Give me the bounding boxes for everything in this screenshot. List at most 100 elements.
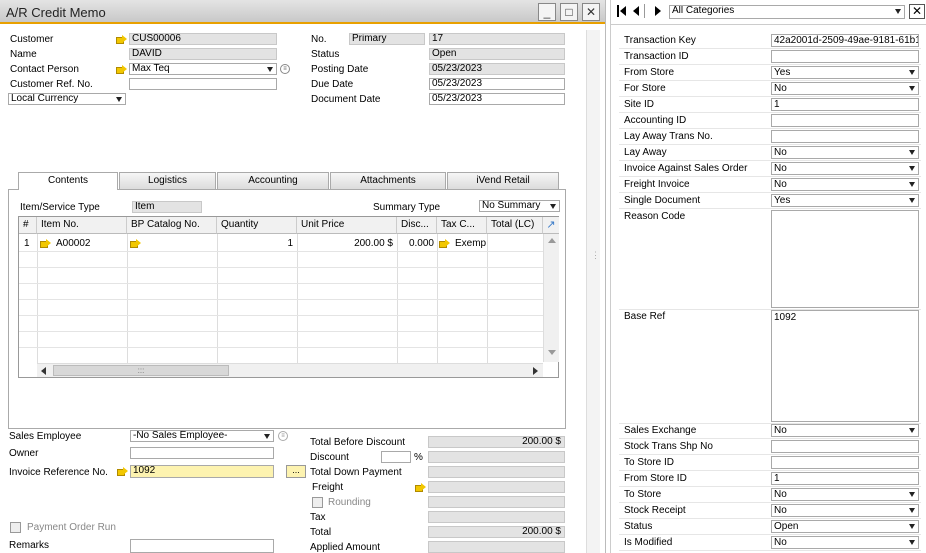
udf-field-accounting-id[interactable] (771, 114, 919, 127)
col-header-num[interactable]: # (19, 217, 37, 234)
first-record-icon[interactable] (617, 5, 627, 17)
tab-accounting[interactable]: Accounting (217, 172, 329, 189)
applied-amount-field[interactable] (428, 541, 565, 553)
udf-field-stock-trans-shp-no[interactable] (771, 440, 919, 453)
udf-field-to-store-id[interactable] (771, 456, 919, 469)
status-field[interactable]: Open (429, 48, 565, 60)
link-arrow-icon[interactable] (130, 239, 141, 248)
udf-field-site-id[interactable]: 1 (771, 98, 919, 111)
sales-employee-select[interactable]: -No Sales Employee- (130, 430, 274, 442)
discount-percent-field[interactable] (381, 451, 411, 463)
total-before-discount-field[interactable]: 200.00 $ (428, 436, 565, 448)
udf-field-transaction-id[interactable] (771, 50, 919, 63)
scroll-down-icon[interactable] (548, 350, 556, 355)
udf-field-stock-receipt[interactable]: No (771, 504, 919, 517)
col-header-unit-price[interactable]: Unit Price (297, 217, 397, 234)
list-icon[interactable]: ≡ (280, 64, 290, 74)
payment-order-label: Payment Order Run (27, 522, 116, 533)
splitter-bar[interactable]: ⋮ (586, 30, 600, 553)
link-arrow-icon[interactable] (40, 239, 51, 248)
udf-field-lay-away-trans-no[interactable] (771, 130, 919, 143)
name-field[interactable]: DAVID (129, 48, 277, 60)
tab-contents[interactable]: Contents (18, 172, 118, 190)
udf-field-to-store[interactable]: No (771, 488, 919, 501)
posting-date-field[interactable]: 05/23/2023 (429, 63, 565, 75)
col-header-item-no[interactable]: Item No. (37, 217, 127, 234)
document-date-field[interactable]: 05/23/2023 (429, 93, 565, 105)
udf-label-stock-trans-shp-no: Stock Trans Shp No (624, 441, 713, 452)
category-select[interactable]: All Categories (669, 5, 905, 19)
freight-field[interactable] (428, 481, 565, 493)
cell-unit-price[interactable]: 200.00 $ (297, 238, 393, 249)
currency-select[interactable]: Local Currency (8, 93, 126, 105)
customer-field[interactable]: CUS00006 (129, 33, 277, 45)
minimize-button[interactable]: _ (538, 3, 556, 21)
link-arrow-icon[interactable] (116, 35, 127, 44)
invoice-ref-field[interactable]: 1092 (130, 465, 274, 478)
discount-amount-field[interactable] (428, 451, 565, 463)
udf-field-single-document[interactable]: Yes (771, 194, 919, 207)
udf-label-single-document: Single Document (624, 195, 701, 206)
maximize-button[interactable]: □ (560, 3, 578, 21)
scroll-right-icon[interactable] (533, 367, 538, 375)
cell-tax-code[interactable]: Exempt (455, 238, 486, 249)
udf-field-for-store[interactable]: No (771, 82, 919, 95)
vertical-scrollbar[interactable] (543, 234, 559, 362)
close-pane-button[interactable]: ✕ (909, 4, 925, 19)
udf-field-is-modified[interactable]: No (771, 536, 919, 549)
prev-record-icon[interactable] (633, 6, 639, 16)
col-header-discount[interactable]: Disc... (397, 217, 437, 234)
udf-field-sales-exchange[interactable]: No (771, 424, 919, 437)
contact-label: Contact Person (10, 64, 79, 75)
customer-ref-field[interactable] (129, 78, 277, 90)
udf-field-status[interactable]: Open (771, 520, 919, 533)
total-field[interactable]: 200.00 $ (428, 526, 565, 538)
udf-field-invoice-against-sales-order[interactable]: No (771, 162, 919, 175)
doc-number-field[interactable]: 17 (429, 33, 565, 45)
item-type-field[interactable]: Item (132, 201, 202, 213)
scroll-up-icon[interactable] (548, 238, 556, 243)
scroll-thumb[interactable]: ::: (53, 365, 229, 376)
udf-field-from-store-id[interactable]: 1 (771, 472, 919, 485)
cell-discount[interactable]: 0.000 (397, 238, 434, 249)
col-header-total-lc[interactable]: Total (LC) (487, 217, 543, 234)
col-header-quantity[interactable]: Quantity (217, 217, 297, 234)
tab-ivend-retail[interactable]: iVend Retail (447, 172, 559, 189)
tax-field[interactable] (428, 511, 565, 523)
splitter-grip[interactable]: ⋮ (591, 250, 600, 261)
tab-logistics[interactable]: Logistics (119, 172, 216, 189)
col-header-tax-code[interactable]: Tax C... (437, 217, 487, 234)
list-icon[interactable]: ≡ (278, 431, 288, 441)
udf-label-to-store-id: To Store ID (624, 457, 675, 468)
scroll-left-icon[interactable] (41, 367, 46, 375)
udf-field-transaction-key[interactable]: 42a2001d-2509-49ae-9181-61b18f (771, 34, 919, 47)
remarks-field[interactable] (130, 539, 274, 553)
udf-field-lay-away[interactable]: No (771, 146, 919, 159)
total-down-payment-field[interactable] (428, 466, 565, 478)
link-arrow-icon[interactable] (116, 65, 127, 74)
contact-person-select[interactable]: Max Teq (129, 63, 277, 75)
rounding-field[interactable] (428, 496, 565, 508)
rounding-checkbox[interactable] (312, 497, 323, 508)
col-header-bp-catalog[interactable]: BP Catalog No. (127, 217, 217, 234)
expand-icon[interactable]: ↗ (543, 217, 559, 234)
udf-field-base-ref[interactable]: 1092 (771, 310, 919, 422)
due-date-field[interactable]: 05/23/2023 (429, 78, 565, 90)
cell-item-no[interactable]: A00002 (56, 238, 90, 249)
udf-field-freight-invoice[interactable]: No (771, 178, 919, 191)
browse-button[interactable]: ... (286, 465, 306, 478)
next-record-icon[interactable] (655, 6, 661, 16)
tab-attachments[interactable]: Attachments (330, 172, 446, 189)
summary-type-select[interactable]: No Summary (479, 200, 560, 212)
cell-quantity[interactable]: 1 (217, 238, 293, 249)
link-arrow-icon[interactable] (439, 239, 450, 248)
udf-field-from-store[interactable]: Yes (771, 66, 919, 79)
horizontal-scrollbar[interactable]: ::: (37, 363, 543, 377)
payment-order-checkbox[interactable] (10, 522, 21, 533)
owner-field[interactable] (130, 447, 274, 459)
series-field[interactable]: Primary (349, 33, 425, 45)
link-arrow-icon[interactable] (117, 467, 128, 476)
link-arrow-icon[interactable] (415, 483, 426, 492)
close-button[interactable]: ✕ (582, 3, 600, 21)
udf-field-reason-code[interactable] (771, 210, 919, 308)
